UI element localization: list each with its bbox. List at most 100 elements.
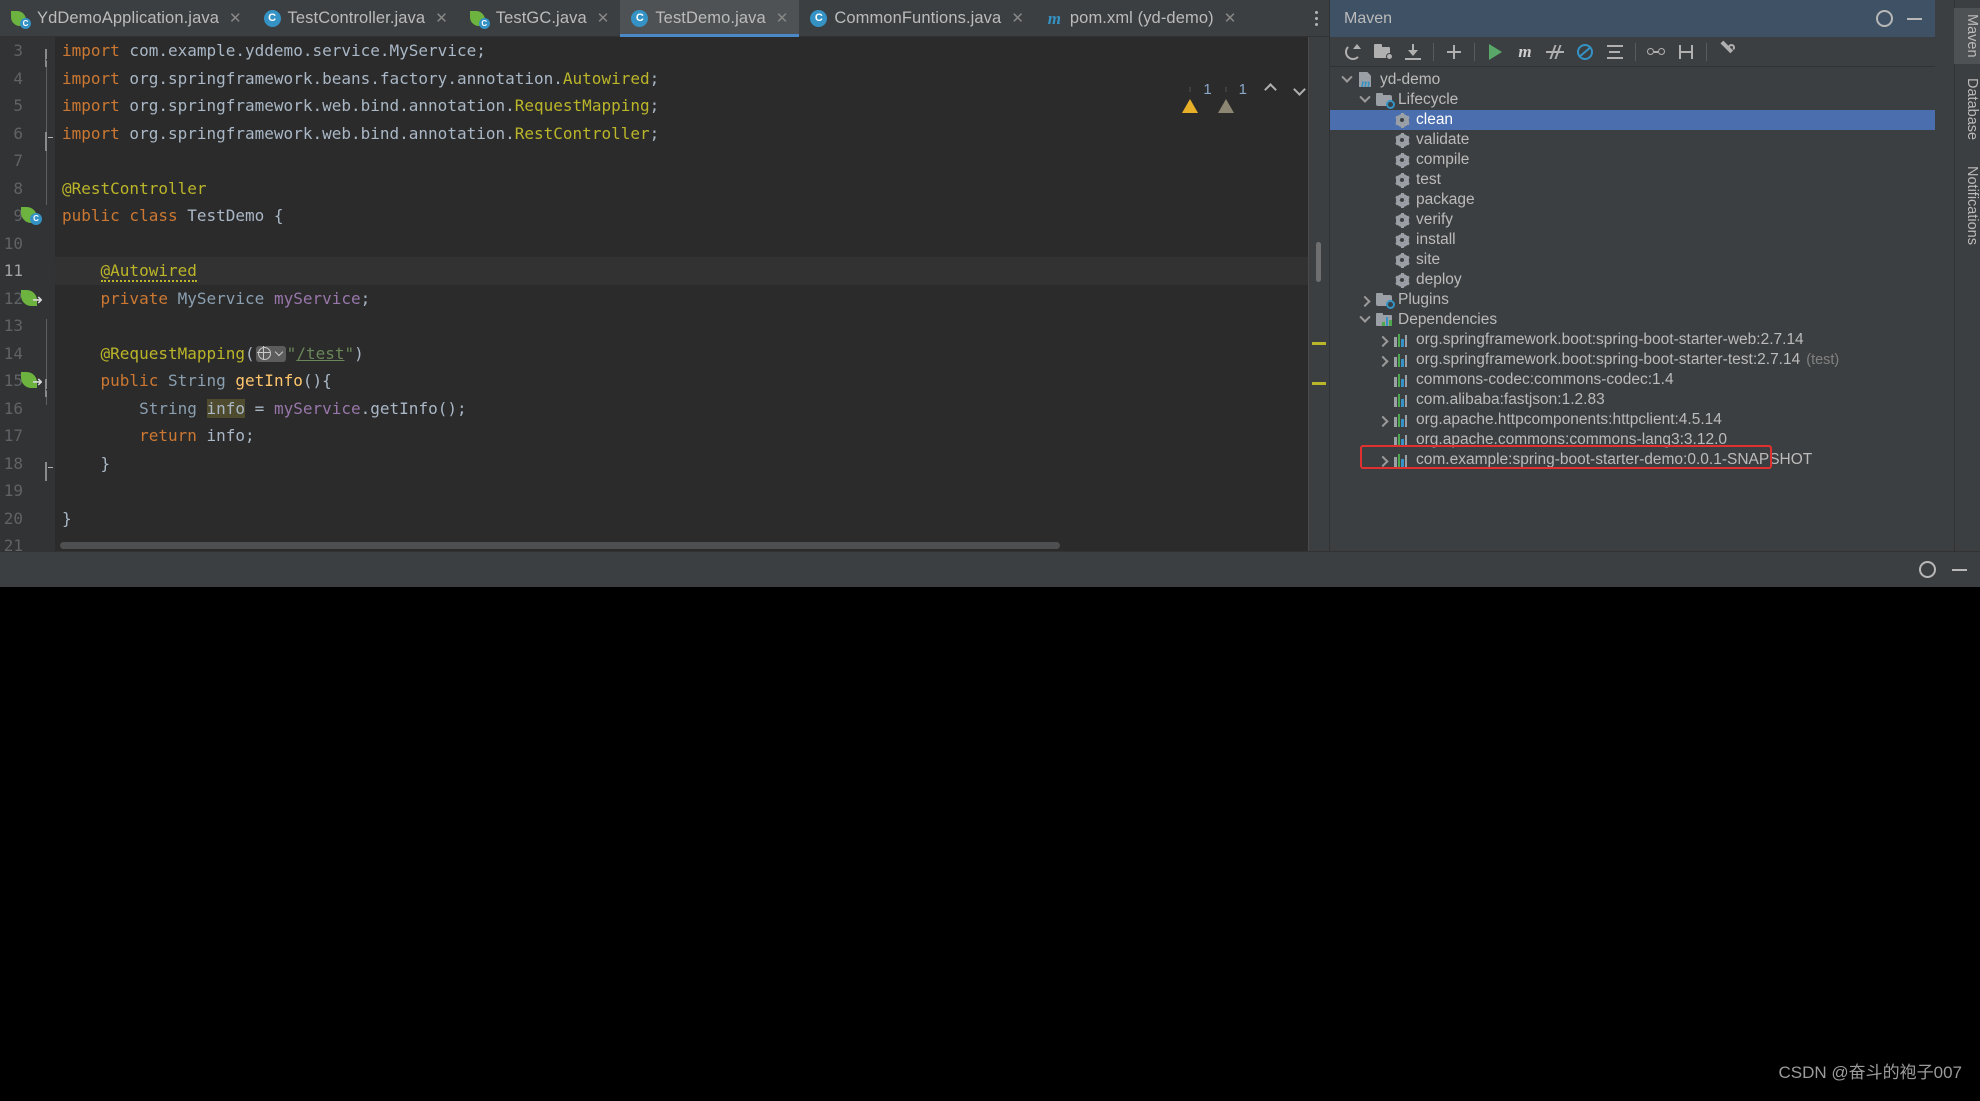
inspection-scrollbar[interactable] (1308, 37, 1329, 551)
code-line: } (62, 453, 111, 473)
close-icon[interactable]: ✕ (1224, 11, 1237, 26)
inspection-warning-marker[interactable] (1312, 342, 1326, 345)
chevron-down-icon[interactable] (1338, 71, 1356, 84)
tree-item-dependency[interactable]: com.alibaba:fastjson:1.2.83 (1330, 390, 1935, 410)
toggle-offline-icon[interactable] (1570, 38, 1600, 66)
tree-item-dependency-highlighted[interactable]: com.example:spring-boot-starter-demo:0.0… (1330, 450, 1935, 470)
chevron-right-icon[interactable] (1374, 335, 1392, 348)
tree-item-plugins[interactable]: Plugins (1330, 290, 1935, 310)
close-icon[interactable]: ✕ (1011, 11, 1024, 26)
line-number: 16 (3, 398, 23, 418)
editor-horizontal-scrollbar[interactable] (55, 540, 1308, 551)
bottom-empty-area: CSDN @奋斗的袍子007 (0, 587, 1980, 1101)
tree-item-label: install (1416, 231, 1456, 248)
collapse-all-icon[interactable] (1600, 38, 1630, 66)
close-icon[interactable]: ✕ (776, 11, 789, 26)
tree-item-site[interactable]: site (1330, 250, 1935, 270)
maven-settings-icon[interactable] (1712, 38, 1742, 66)
inspection-marker[interactable] (1316, 242, 1321, 282)
tree-item-install[interactable]: install (1330, 230, 1935, 250)
close-icon[interactable]: ✕ (229, 11, 242, 26)
tree-item-validate[interactable]: validate (1330, 130, 1935, 150)
editor-gutter[interactable]: 3 4 5 6 7 8 9 C 10 11 12 ➜ 13 14 15 ➜ 16… (0, 37, 55, 555)
tab-label: YdDemoApplication.java (37, 9, 219, 27)
close-icon[interactable]: ✕ (597, 11, 610, 26)
reload-projects-icon[interactable] (1338, 38, 1368, 66)
minimize-icon[interactable] (1952, 568, 1967, 571)
chevron-right-icon[interactable] (1374, 455, 1392, 468)
dependency-icon (1392, 413, 1412, 427)
tool-tab-notifications[interactable]: Notifications (1954, 160, 1980, 251)
maven-project-tree[interactable]: m yd-demo Lifecycle clean validate compi… (1330, 67, 1935, 551)
execute-goal-icon[interactable]: m (1510, 38, 1540, 66)
tree-item-test[interactable]: test (1330, 170, 1935, 190)
springboot-class-icon: C (469, 10, 490, 29)
line-number: 6 (13, 123, 23, 143)
code-text-area[interactable]: import com.example.yddemo.service.MyServ… (55, 37, 1329, 551)
inspection-warning-marker[interactable] (1312, 382, 1326, 385)
settings-gear-icon[interactable] (1919, 561, 1936, 578)
right-tool-window-bar: Maven Database Notifications (1954, 0, 1980, 551)
spring-bean-icon[interactable]: C (21, 206, 42, 225)
dependency-icon (1392, 333, 1412, 347)
settings-gear-icon[interactable] (1876, 10, 1893, 27)
maven-goal-icon (1392, 272, 1412, 288)
editor-tab-testcontroller[interactable]: C TestController.java ✕ (253, 0, 459, 37)
tree-item-deploy[interactable]: deploy (1330, 270, 1935, 290)
editor-inspection-status[interactable]: 1 1 (1182, 74, 1306, 113)
tab-label: TestController.java (287, 9, 426, 27)
code-editor[interactable]: 3 4 5 6 7 8 9 C 10 11 12 ➜ 13 14 15 ➜ 16… (0, 37, 1329, 555)
show-dependencies-icon[interactable] (1641, 38, 1671, 66)
tab-overflow-menu-icon[interactable] (1303, 0, 1329, 37)
tree-item-dependency[interactable]: org.apache.commons:commons-lang3:3.12.0 (1330, 430, 1935, 450)
tool-tab-database[interactable]: Database (1954, 72, 1980, 146)
tree-item-dependency[interactable]: org.apache.httpcomponents:httpclient:4.5… (1330, 410, 1935, 430)
minimize-icon[interactable] (1907, 17, 1922, 20)
chevron-down-icon[interactable] (1356, 91, 1374, 104)
plugins-folder-icon (1374, 293, 1395, 309)
expand-icon[interactable] (1671, 38, 1701, 66)
add-maven-project-icon[interactable] (1368, 38, 1398, 66)
chevron-right-icon[interactable] (1374, 415, 1392, 428)
close-icon[interactable]: ✕ (435, 11, 448, 26)
tree-item-dependency[interactable]: commons-codec:commons-codec:1.4 (1330, 370, 1935, 390)
editor-tab-testgc[interactable]: C TestGC.java ✕ (459, 0, 621, 37)
web-url-inline-icon[interactable] (255, 345, 286, 362)
run-maven-build-icon[interactable] (1480, 38, 1510, 66)
weak-warning-count: 1 (1238, 80, 1247, 98)
line-number: 13 (3, 316, 23, 335)
editor-tab-commonfuntions[interactable]: C CommonFuntions.java ✕ (799, 0, 1035, 37)
line-number: 4 (13, 68, 23, 88)
warning-icon (1182, 82, 1199, 113)
tab-label: pom.xml (yd-demo) (1069, 9, 1214, 27)
chevron-right-icon[interactable] (1374, 355, 1392, 368)
spring-url-mapping-icon[interactable]: ➜ (21, 371, 43, 390)
previous-problem-icon[interactable] (1264, 82, 1277, 96)
editor-tab-testdemo[interactable]: C TestDemo.java ✕ (620, 0, 800, 37)
scrollbar-thumb[interactable] (60, 542, 1060, 549)
add-icon[interactable] (1439, 38, 1469, 66)
tree-item-package[interactable]: package (1330, 190, 1935, 210)
dependency-icon (1392, 453, 1412, 467)
chevron-right-icon[interactable] (1356, 295, 1374, 308)
tree-item-clean[interactable]: clean (1330, 110, 1935, 130)
line-number: 17 (3, 426, 23, 445)
tree-item-dependency[interactable]: org.springframework.boot:spring-boot-sta… (1330, 330, 1935, 350)
tree-item-compile[interactable]: compile (1330, 150, 1935, 170)
chevron-down-icon[interactable] (1356, 311, 1374, 324)
tree-item-yd-demo[interactable]: m yd-demo (1330, 70, 1935, 90)
next-problem-icon[interactable] (1293, 82, 1306, 96)
download-sources-icon[interactable] (1398, 38, 1428, 66)
tree-item-dependency[interactable]: org.springframework.boot:spring-boot-sta… (1330, 350, 1935, 370)
tree-item-verify[interactable]: verify (1330, 210, 1935, 230)
tool-tab-maven[interactable]: Maven (1954, 8, 1980, 64)
maven-panel-title: Maven (1344, 9, 1393, 27)
editor-tab-pom-xml[interactable]: m pom.xml (yd-demo) ✕ (1035, 0, 1247, 37)
tree-item-lifecycle[interactable]: Lifecycle (1330, 90, 1935, 110)
spring-autowire-icon[interactable]: ➜ (21, 289, 43, 308)
tree-item-dependencies[interactable]: Dependencies (1330, 310, 1935, 330)
watermark-text: CSDN @奋斗的袍子007 (1778, 1063, 1962, 1082)
editor-tab-yddemoapplication[interactable]: C YdDemoApplication.java ✕ (0, 0, 253, 37)
toggle-skip-tests-icon[interactable] (1540, 38, 1570, 66)
